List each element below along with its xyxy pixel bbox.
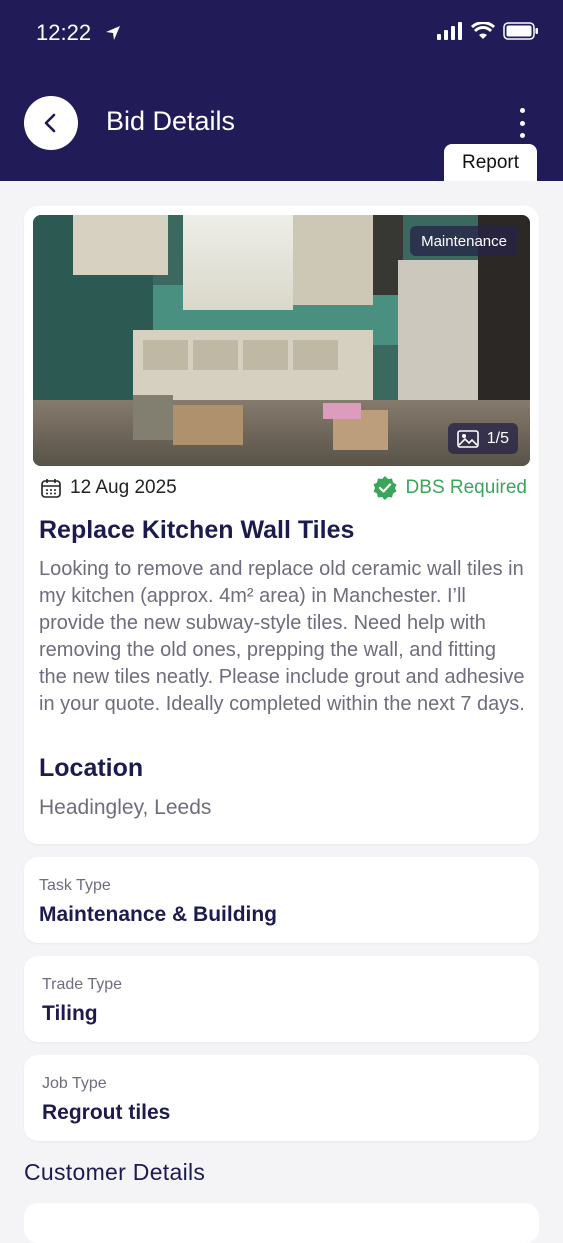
dbs-required-badge: DBS Required: [372, 475, 527, 501]
customer-details-heading: Customer Details: [24, 1159, 206, 1185]
status-time-text: 12:22: [36, 20, 92, 45]
location-arrow-icon: [105, 21, 121, 47]
page-title: Bid Details: [106, 106, 236, 136]
back-button[interactable]: [24, 96, 78, 150]
trade-type-value: Tiling: [42, 1002, 98, 1025]
status-bar-time: 12:22: [36, 20, 121, 47]
posted-date: 12 Aug 2025: [40, 477, 177, 499]
app-header: 12:22 Bid Details Report: [0, 0, 563, 181]
signal-icon: [437, 22, 462, 40]
more-options-icon[interactable]: [508, 108, 536, 138]
job-type-card: Job Type Regrout tiles: [24, 1055, 539, 1141]
job-card: Maintenance 1/5 12 Aug 2025 DBS Required…: [24, 206, 539, 844]
battery-icon: [503, 22, 538, 40]
trade-type-label: Trade Type: [42, 976, 123, 993]
location-heading: Location: [39, 754, 144, 782]
dbs-label: DBS Required: [405, 477, 527, 498]
task-type-label: Task Type: [39, 877, 111, 894]
category-tag: Maintenance: [410, 226, 518, 256]
posted-date-text: 12 Aug 2025: [70, 477, 177, 498]
customer-details-card: [24, 1203, 539, 1243]
image-counter: 1/5: [447, 423, 518, 454]
job-image[interactable]: Maintenance 1/5: [33, 215, 530, 466]
task-type-card: Task Type Maintenance & Building: [24, 857, 539, 943]
job-type-label: Job Type: [42, 1075, 107, 1092]
report-button[interactable]: Report: [444, 144, 537, 181]
chevron-left-icon: [44, 113, 56, 133]
job-type-value: Regrout tiles: [42, 1101, 171, 1124]
job-description: Looking to remove and replace old cerami…: [39, 558, 525, 715]
wifi-icon: [471, 22, 495, 39]
image-icon: [456, 429, 479, 448]
status-icons: [437, 22, 539, 40]
location-value: Headingley, Leeds: [39, 796, 212, 819]
trade-type-card: Trade Type Tiling: [24, 956, 539, 1042]
verified-badge-icon: [373, 476, 397, 500]
task-type-value: Maintenance & Building: [39, 903, 278, 926]
image-counter-text: 1/5: [486, 429, 509, 447]
calendar-icon: [41, 479, 61, 498]
job-title: Replace Kitchen Wall Tiles: [39, 516, 355, 544]
